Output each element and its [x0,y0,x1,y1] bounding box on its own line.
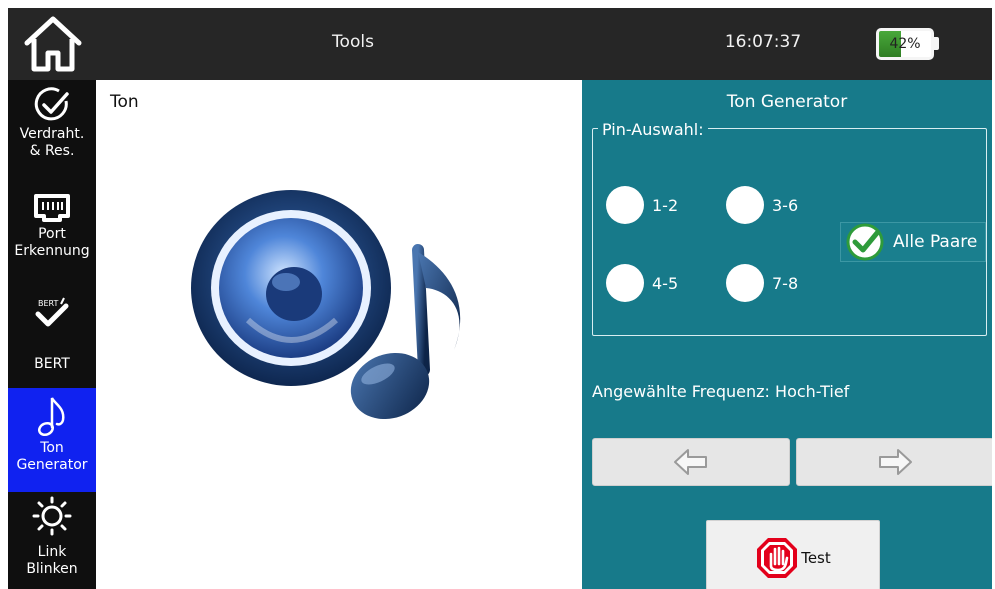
sidebar: Verdraht. & Res. Port Erkennung BERT BER… [8,80,96,589]
battery-percent: 42% [889,36,921,52]
tone-generator-panel: Ton Generator Pin-Auswahl: 1-2 3-6 4-5 7… [582,80,992,589]
clock: 16:07:37 [724,32,802,52]
sidebar-item-label: BERT [34,356,70,372]
arrow-right-icon [879,449,912,475]
sun-blink-icon [32,496,72,536]
pin-selection-label: Pin-Auswahl: [598,120,708,139]
battery-tip [934,37,939,50]
speaker-music-illustration [191,190,461,420]
panel-title: Ton Generator [726,92,848,112]
pin-radio-4-5[interactable]: 4-5 [606,264,678,302]
pin-radio-3-6[interactable]: 3-6 [726,186,798,224]
test-button[interactable]: Test [706,520,880,589]
sidebar-item-label: Verdraht. & Res. [19,126,85,159]
main-content: Ton [96,80,582,589]
arrow-left-icon [674,449,707,475]
sidebar-item-link-blinken[interactable]: Link Blinken [8,496,96,589]
top-bar: Tools 16:07:37 42% [8,8,992,80]
stop-hand-icon [757,538,798,578]
checkmark-circle-icon [34,87,69,121]
next-frequency-button[interactable] [796,438,992,486]
test-button-label: Test [801,549,831,567]
all-pairs-label: Alle Paare [893,232,978,252]
home-icon [24,16,82,72]
home-button[interactable] [10,10,96,78]
bert-check-icon: BERT [35,297,69,327]
pin-radio-7-8[interactable]: 7-8 [726,264,798,302]
radio-circle [726,186,764,224]
sidebar-item-label: Ton Generator [16,440,88,473]
pin-label: 4-5 [652,273,679,293]
pin-label: 7-8 [772,273,799,293]
battery-indicator: 42% [876,28,934,60]
pin-label: 1-2 [652,195,679,215]
sidebar-item-ton-generator[interactable]: Ton Generator [8,388,96,492]
svg-text:BERT: BERT [38,299,59,308]
radio-circle [726,264,764,302]
sidebar-item-label: Port Erkennung [14,226,90,259]
content-title: Ton [110,92,139,112]
sidebar-item-label: Link Blinken [26,544,78,577]
sidebar-item-verdraht[interactable]: Verdraht. & Res. [8,86,96,178]
music-note-icon [37,397,65,437]
all-pairs-toggle[interactable]: Alle Paare [840,222,986,262]
sidebar-item-port-erkennung[interactable]: Port Erkennung [8,188,96,280]
page-title: Tools [332,32,374,52]
selected-frequency-text: Angewählte Frequenz: Hoch-Tief [592,382,850,401]
sidebar-item-bert[interactable]: BERT BERT [8,294,96,384]
ethernet-port-icon [34,194,70,222]
pin-label: 3-6 [772,195,799,215]
radio-circle [606,264,644,302]
device-screen: Tools 16:07:37 42% Verdraht. & Res. Port… [8,8,992,589]
previous-frequency-button[interactable] [592,438,790,486]
pin-radio-1-2[interactable]: 1-2 [606,186,678,224]
checkmark-icon [846,223,884,261]
radio-circle [606,186,644,224]
